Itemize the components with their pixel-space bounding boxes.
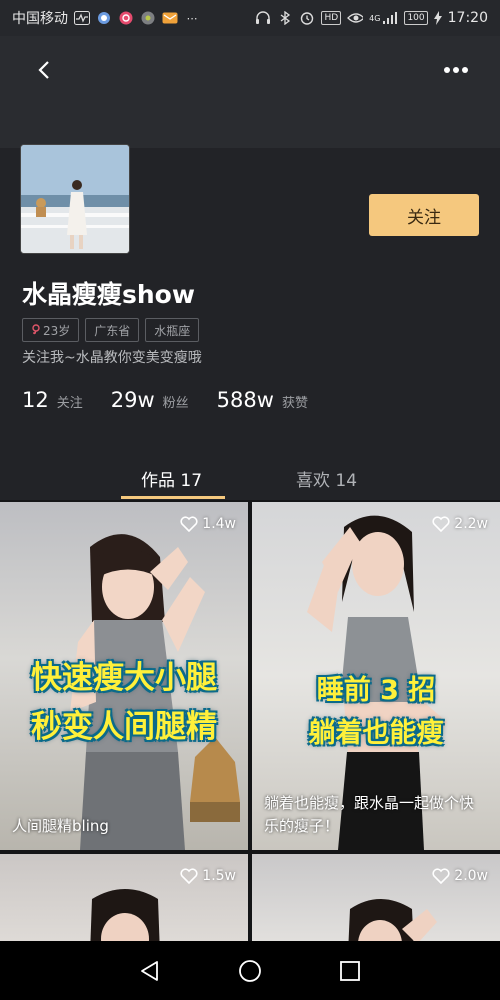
overlay-line: 秒变人间腿精 bbox=[31, 709, 217, 745]
overlay-line: 躺着也能瘦 bbox=[308, 718, 444, 749]
profile-stats: 12 关注 29w 粉丝 588w 获赞 bbox=[22, 388, 336, 412]
profile-section: 关注 水晶瘦瘦show 23岁 广东省 水瓶座 关注我~水晶教你变美变瘦哦 12… bbox=[0, 144, 500, 500]
stat-following-label: 关注 bbox=[56, 396, 83, 411]
stat-likes-count: 588w bbox=[216, 388, 274, 412]
follow-button[interactable]: 关注 bbox=[369, 194, 479, 236]
video-card[interactable]: 2.2w 睡前 3 招 躺着也能瘦 躺着也能瘦，跟水晶一起做个快乐的瘦子！ bbox=[252, 502, 500, 850]
profile-tags: 23岁 广东省 水瓶座 bbox=[22, 318, 200, 342]
heart-icon bbox=[180, 516, 198, 532]
profile-bio: 关注我~水晶教你变美变瘦哦 bbox=[22, 350, 202, 366]
more-horizontal-icon bbox=[444, 67, 468, 73]
activity-icon bbox=[74, 11, 90, 25]
eye-icon bbox=[347, 11, 364, 25]
video-likes: 1.4w bbox=[180, 516, 236, 532]
network-type-label: 4G bbox=[369, 13, 381, 23]
tag-age-label: 23岁 bbox=[43, 323, 71, 338]
heart-icon bbox=[432, 516, 450, 532]
overflow-notifications-icon: ⋯ bbox=[186, 11, 198, 25]
video-likes: 2.0w bbox=[432, 868, 488, 884]
tab-works[interactable]: 作品 17 bbox=[141, 456, 202, 500]
stat-followers-label: 粉丝 bbox=[162, 396, 189, 411]
hd-badge: HD bbox=[321, 11, 342, 25]
battery-indicator: 100 bbox=[404, 11, 428, 25]
heart-icon bbox=[432, 868, 450, 884]
overlay-line: 睡前 3 招 bbox=[316, 675, 436, 706]
carrier-label: 中国移动 bbox=[12, 11, 68, 27]
stat-following[interactable]: 12 关注 bbox=[22, 388, 83, 412]
nav-home-button[interactable] bbox=[230, 951, 270, 991]
stat-followers[interactable]: 29w 粉丝 bbox=[111, 388, 189, 412]
profile-header bbox=[0, 36, 500, 148]
profile-tabs: 作品 17 喜欢 14 bbox=[0, 456, 500, 500]
video-overlay-title: 快速瘦大小腿 秒变人间腿精 bbox=[0, 650, 248, 748]
tab-likes[interactable]: 喜欢 14 bbox=[296, 456, 357, 500]
clock-time: 17:20 bbox=[447, 10, 488, 26]
video-card[interactable]: 1.5w bbox=[0, 854, 248, 941]
tab-active-indicator bbox=[121, 496, 225, 499]
app-notification-icon bbox=[96, 11, 112, 25]
headphones-icon bbox=[255, 11, 271, 25]
video-likes-count: 1.5w bbox=[202, 868, 236, 884]
chevron-left-icon bbox=[38, 61, 49, 79]
video-caption: 躺着也能瘦，跟水晶一起做个快乐的瘦子！ bbox=[264, 794, 475, 835]
square-recents-icon bbox=[340, 960, 360, 981]
avatar[interactable] bbox=[20, 144, 130, 254]
tag-province: 广东省 bbox=[85, 318, 140, 342]
female-icon bbox=[32, 324, 40, 335]
nav-recents-button[interactable] bbox=[330, 951, 370, 991]
back-button[interactable] bbox=[28, 54, 60, 86]
alarm-icon bbox=[299, 11, 315, 25]
bluetooth-icon bbox=[277, 11, 293, 25]
tag-zodiac: 水瓶座 bbox=[145, 318, 200, 342]
heart-icon bbox=[180, 868, 198, 884]
system-navigation-bar bbox=[0, 941, 500, 1000]
circle-home-icon bbox=[239, 959, 261, 982]
video-caption: 人间腿精bling bbox=[12, 817, 109, 835]
profile-username: 水晶瘦瘦show bbox=[22, 280, 195, 309]
video-card[interactable]: 1.4w 快速瘦大小腿 秒变人间腿精 人间腿精bling bbox=[0, 502, 248, 850]
weibo-icon bbox=[118, 11, 134, 25]
status-bar: 中国移动 ⋯ HD 4G 100 17:20 bbox=[0, 0, 500, 36]
video-card[interactable]: 2.0w bbox=[252, 854, 500, 941]
video-likes-count: 2.2w bbox=[454, 516, 488, 532]
video-likes-count: 1.4w bbox=[202, 516, 236, 532]
video-grid: 1.4w 快速瘦大小腿 秒变人间腿精 人间腿精bling 2.2w 睡前 3 招… bbox=[0, 500, 500, 941]
overlay-line: 快速瘦大小腿 bbox=[31, 660, 217, 696]
charging-icon bbox=[433, 11, 442, 25]
stat-following-count: 12 bbox=[22, 388, 49, 412]
video-overlay-title: 睡前 3 招 躺着也能瘦 bbox=[252, 666, 500, 752]
app-dot-icon bbox=[140, 11, 156, 25]
signal-icon bbox=[382, 11, 398, 25]
stat-followers-count: 29w bbox=[110, 388, 155, 412]
stat-likes: 588w 获赞 bbox=[217, 388, 308, 412]
triangle-back-icon bbox=[141, 960, 158, 981]
tag-age: 23岁 bbox=[22, 318, 80, 342]
video-likes: 1.5w bbox=[180, 868, 236, 884]
more-button[interactable] bbox=[438, 54, 474, 86]
stat-likes-label: 获赞 bbox=[281, 396, 308, 411]
video-likes-count: 2.0w bbox=[454, 868, 488, 884]
video-likes: 2.2w bbox=[432, 516, 488, 532]
nav-back-button[interactable] bbox=[130, 951, 170, 991]
mail-icon bbox=[162, 11, 178, 25]
